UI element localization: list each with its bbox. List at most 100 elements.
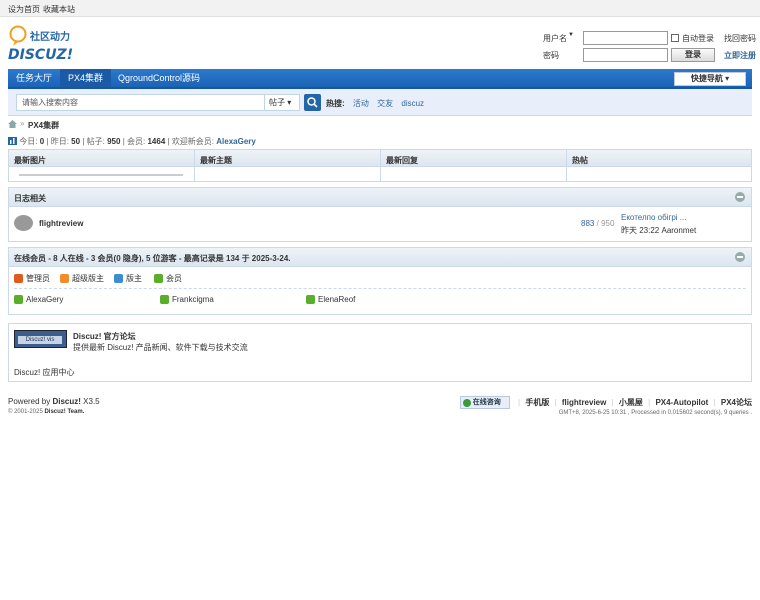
- discuz-banner[interactable]: Discuz! vis: [14, 330, 67, 348]
- search-input[interactable]: 请输入搜索内容: [16, 94, 265, 111]
- yesterday-label: 昨日:: [50, 137, 69, 146]
- new-member-link[interactable]: AlexaGery: [216, 137, 256, 146]
- find-password-link[interactable]: 找回密码: [724, 33, 756, 44]
- posts-label: 帖子:: [86, 137, 105, 146]
- app-center-link[interactable]: Discuz! 应用中心: [14, 367, 74, 378]
- grid-header: 最新图片: [14, 156, 46, 165]
- powered-brand[interactable]: Discuz!: [52, 397, 80, 406]
- stats-separator: |: [82, 137, 85, 146]
- online-legend: 管理员 超级版主 版主 会员: [14, 267, 746, 289]
- logo-slogan: 社区动力: [29, 30, 70, 43]
- posts-count: 950: [107, 137, 121, 146]
- friend-title[interactable]: Discuz! 官方论坛: [73, 331, 136, 342]
- hot-term[interactable]: 活动: [353, 99, 369, 108]
- home-icon[interactable]: [8, 120, 17, 128]
- legend-admin: 管理员: [14, 273, 50, 284]
- auto-login-label: 自动登录: [682, 34, 714, 43]
- last-post-time: 昨天 23:22: [621, 226, 660, 235]
- footer-link-flightreview[interactable]: flightreview: [562, 398, 606, 407]
- forum-threads: 883: [581, 219, 595, 228]
- user-icon: [114, 274, 123, 283]
- login-form: 用户名 ▼ 自动登录 找回密码 密码 登录 立即注册: [540, 30, 756, 64]
- hot-search-label: 热搜:: [326, 99, 345, 108]
- password-label: 密码: [543, 51, 559, 60]
- user-icon: [14, 295, 23, 304]
- bookmark-link[interactable]: 收藏本站: [43, 4, 75, 15]
- nav-item-tasks[interactable]: 任务大厅: [8, 69, 60, 87]
- quick-nav-button[interactable]: 快捷导航 ▾: [674, 72, 746, 86]
- chart-icon: [8, 137, 17, 145]
- nav-item-qgc[interactable]: QgroundControl源码: [110, 69, 208, 87]
- user-icon: [160, 295, 169, 304]
- today-label: 今日:: [19, 137, 38, 146]
- forum-stats: 今日: 0 | 昨日: 50 | 帖子: 950 | 会员: 1464 | 欢迎…: [8, 136, 256, 147]
- collapse-icon[interactable]: [735, 252, 745, 262]
- footer-links: 在线咨询 | 手机版 | flightreview | 小黑屋 | PX4-Au…: [459, 396, 752, 409]
- search-type-value: 帖子: [269, 98, 285, 107]
- forum-section: 日志相关 flightreview 883 / 950 Екотелпо обі…: [8, 187, 752, 242]
- nav-item-px4[interactable]: PX4集群: [60, 69, 112, 87]
- today-count: 0: [39, 137, 45, 146]
- footer-separator: |: [518, 398, 521, 407]
- online-chat-button[interactable]: 在线咨询: [459, 396, 510, 409]
- set-home-link[interactable]: 设为首页: [8, 4, 40, 15]
- copyright-years: © 2001-2025: [8, 409, 43, 415]
- last-post-author[interactable]: Aaronmet: [661, 226, 696, 235]
- footer-link-mobile[interactable]: 手机版: [525, 398, 549, 407]
- username-label[interactable]: 用户名: [543, 33, 567, 44]
- grid-header: 最新回复: [386, 156, 418, 165]
- version: X3.5: [83, 397, 100, 406]
- image-slider-bar[interactable]: [19, 174, 183, 176]
- friend-desc: 提供最新 Discuz! 产品新闻、软件下载与技术交流: [73, 343, 248, 352]
- online-user[interactable]: Frankcigma: [160, 295, 214, 304]
- footer-link-px4-autopilot[interactable]: PX4-Autopilot: [655, 398, 708, 407]
- forum-section-title[interactable]: 日志相关: [14, 193, 46, 204]
- search-button[interactable]: [304, 94, 321, 111]
- members-label: 会员:: [127, 137, 146, 146]
- portal-grid: 最新图片 最新主题 最新回复 热帖: [8, 149, 752, 182]
- stats-separator: |: [167, 137, 170, 146]
- search-type-select[interactable]: 帖子 ▾: [264, 94, 300, 111]
- forum-name[interactable]: flightreview: [39, 219, 83, 228]
- forum-last-post: Екотелпо обігрі ... 昨天 23:22 Aaronmet: [621, 213, 696, 236]
- last-post-title[interactable]: Екотелпо обігрі ...: [621, 213, 696, 222]
- user-icon: [60, 274, 69, 283]
- forum-row: flightreview 883 / 950 Екотелпо обігрі .…: [9, 207, 751, 241]
- hot-term[interactable]: discuz: [401, 99, 424, 108]
- main-nav: 任务大厅 PX4集群 QgroundControl源码 快捷导航 ▾: [8, 69, 752, 89]
- members-count: 1464: [147, 137, 166, 146]
- user-icon: [14, 274, 23, 283]
- grid-header: 热帖: [572, 156, 588, 165]
- top-bar: 设为首页 收藏本站: [0, 0, 760, 17]
- stats-separator: |: [46, 137, 49, 146]
- online-user[interactable]: ElenaReof: [306, 295, 355, 304]
- register-link[interactable]: 立即注册: [724, 50, 756, 61]
- grid-col-hot: 热帖: [566, 150, 751, 181]
- search-bar: 请输入搜索内容 帖子 ▾ 热搜: 活动 交友 discuz: [8, 89, 752, 116]
- grid-col-images: 最新图片: [9, 150, 194, 181]
- login-button[interactable]: 登录: [671, 48, 715, 62]
- forum-icon: [14, 215, 33, 231]
- username-input[interactable]: [583, 31, 668, 45]
- password-input[interactable]: [583, 48, 668, 62]
- friend-links: Discuz! vis Discuz! 官方论坛 提供最新 Discuz! 产品…: [8, 323, 752, 382]
- team-link[interactable]: Discuz! Team.: [44, 409, 84, 415]
- online-title[interactable]: 在线会员 - 8 人在线 - 3 会员(0 隐身), 5 位游客 - 最高记录是…: [14, 253, 291, 264]
- copyright: © 2001-2025 Discuz! Team.: [8, 409, 84, 415]
- footer-link-blackroom[interactable]: 小黑屋: [619, 398, 643, 407]
- powered-label: Powered by: [8, 397, 51, 406]
- breadcrumb-current[interactable]: PX4集群: [28, 120, 59, 131]
- collapse-icon[interactable]: [735, 192, 745, 202]
- online-user[interactable]: AlexaGery: [14, 295, 63, 304]
- forum-posts: 950: [601, 219, 615, 228]
- auto-login-checkbox[interactable]: [671, 34, 679, 42]
- welcome-label: 欢迎新会员:: [171, 137, 215, 146]
- legend-member: 会员: [154, 273, 182, 284]
- forum-counts: 883 / 950: [581, 219, 614, 228]
- site-logo[interactable]: 社区动力 DISCUZ!: [8, 22, 88, 64]
- footer-separator: |: [648, 398, 651, 407]
- grid-header: 最新主题: [200, 156, 232, 165]
- footer-link-px4-forum[interactable]: PX4论坛: [721, 398, 752, 407]
- hot-term[interactable]: 交友: [377, 99, 393, 108]
- online-section-header: 在线会员 - 8 人在线 - 3 会员(0 隐身), 5 位游客 - 最高记录是…: [9, 248, 751, 267]
